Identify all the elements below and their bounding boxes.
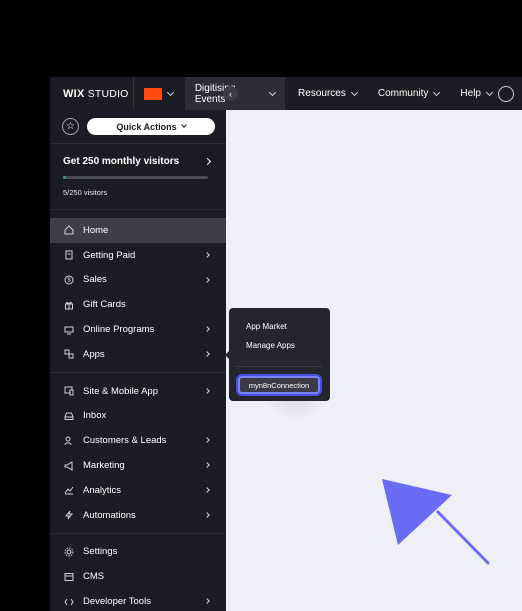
chart-icon [63,485,74,496]
sidebar-item-online-programs[interactable]: Online Programs [50,317,226,342]
logo-studio-text: STUDIO [87,87,129,100]
devices-icon [63,386,74,397]
home-icon [63,225,74,236]
menu-divider [50,532,226,534]
chevron-right-icon [204,462,210,469]
sidebar-item-label: Analytics [83,484,122,496]
visitors-card[interactable]: Get 250 monthly visitors 5/250 visitors [50,143,226,210]
logo-wix-text: WIX [63,87,85,100]
sidebar-item-label: Getting Paid [83,249,136,261]
visitors-title: Get 250 monthly visitors [63,156,180,167]
code-icon [63,596,74,607]
sidebar-item-cms[interactable]: CMS [50,564,226,589]
arrow-head [382,479,452,545]
sidebar-item-settings[interactable]: Settings [50,540,226,565]
nav-help[interactable]: Help [447,77,522,110]
visitors-progress-fill [63,176,66,179]
inbox-icon [63,410,74,421]
annotation-arrow-icon [382,479,490,565]
visitors-progress-bar [63,176,208,179]
wix-studio-logo[interactable]: WIX STUDIO [50,77,133,110]
chevron-right-icon [204,598,210,604]
sidebar-item-label: Online Programs [83,324,155,336]
chevron-down-icon [485,88,494,96]
site-thumbnail-icon [143,87,162,100]
chevron-down-icon [269,88,277,96]
apps-flyout-menu: App Market Manage Apps myn8nConnection [229,308,330,401]
flyout-divider [237,366,322,367]
dollar-icon: $ [63,274,74,285]
chevron-down-icon [166,88,174,96]
people-icon [63,435,74,446]
sidebar-item-label: Settings [83,546,118,558]
chevron-right-icon [204,276,210,283]
sidebar-item-getting-paid[interactable]: Getting Paid [50,243,226,268]
quick-actions-button[interactable]: Quick Actions [87,118,215,135]
flyout-manage-apps[interactable]: Manage Apps [246,341,295,350]
chevron-right-icon [204,437,210,444]
sidebar-item-label: Marketing [83,460,125,472]
nav-resources[interactable]: Resources [285,77,365,110]
sidebar-item-site-mobile-app[interactable]: Site & Mobile App [50,379,226,404]
sidebar-item-developer-tools[interactable]: Developer Tools [50,589,226,611]
sidebar-item-label: CMS [83,571,105,583]
arrow-shaft [436,510,490,565]
monitor-icon [63,324,74,335]
sidebar-item-gift-cards[interactable]: Gift Cards [50,292,226,317]
myn8nconnection-label: myn8nConnection [248,380,310,390]
chevron-down-icon [180,122,187,128]
top-bar: WIX STUDIO Digitising Events Resources C… [50,77,522,110]
sidebar: ☆ Quick Actions Get 250 monthly visitors… [50,110,226,611]
chevron-right-icon [203,157,212,166]
sidebar-item-label: Apps [83,348,105,360]
site-switcher[interactable] [134,77,181,110]
sidebar-item-analytics[interactable]: Analytics [50,478,226,503]
chevron-right-icon [204,387,210,394]
sidebar-item-automations[interactable]: Automations [50,503,226,528]
sidebar-item-customers-leads[interactable]: Customers & Leads [50,428,226,453]
chevron-right-icon [204,487,210,493]
sidebar-item-apps[interactable]: Apps [50,342,226,367]
visitors-count: 5/250 visitors [63,188,108,197]
nav-resources-label: Resources [298,88,346,99]
chevron-down-icon [433,88,441,96]
sidebar-item-label: Developer Tools [83,596,151,608]
quick-actions-label: Quick Actions [116,121,177,132]
nav-community[interactable]: Community [365,77,448,110]
sidebar-item-label: Home [83,224,109,236]
sidebar-item-marketing[interactable]: Marketing [50,453,226,478]
sidebar-item-label: Automations [83,509,136,521]
flyout-myn8nconnection[interactable]: myn8nConnection [238,376,320,394]
gear-icon [63,546,74,557]
sidebar-item-sales[interactable]: $ Sales [50,268,226,293]
receipt-icon [63,250,74,261]
flyout-app-market[interactable]: App Market [246,322,287,331]
account-avatar[interactable] [498,85,514,102]
database-icon [63,571,74,582]
wix-studio-dashboard: WIX STUDIO Digitising Events Resources C… [50,77,522,611]
sidebar-item-inbox[interactable]: Inbox [50,404,226,429]
sidebar-item-label: Site & Mobile App [83,385,158,397]
collapse-sidebar-icon[interactable]: ‹ [223,86,238,101]
chevron-right-icon [204,326,210,333]
sidebar-top: ☆ Quick Actions [50,110,226,143]
bolt-icon [63,510,74,521]
gift-icon [63,299,74,310]
chevron-down-icon [350,88,358,96]
chevron-right-icon [204,351,210,357]
menu-divider [50,371,226,373]
sidebar-menu: Home Getting Paid $ Sales Gift Cards Online P… [50,210,226,611]
sidebar-item-home[interactable]: Home [50,218,226,243]
chevron-right-icon [204,251,210,258]
sidebar-item-label: Inbox [83,410,107,422]
nav-help-label: Help [460,88,481,99]
sidebar-item-label: Sales [83,274,107,286]
apps-icon [63,349,74,360]
megaphone-icon [63,460,74,471]
star-icon[interactable]: ☆ [62,118,79,135]
nav-community-label: Community [377,88,429,99]
sidebar-item-label: Customers & Leads [83,435,167,447]
sidebar-item-label: Gift Cards [83,299,126,311]
chevron-right-icon [204,511,210,518]
